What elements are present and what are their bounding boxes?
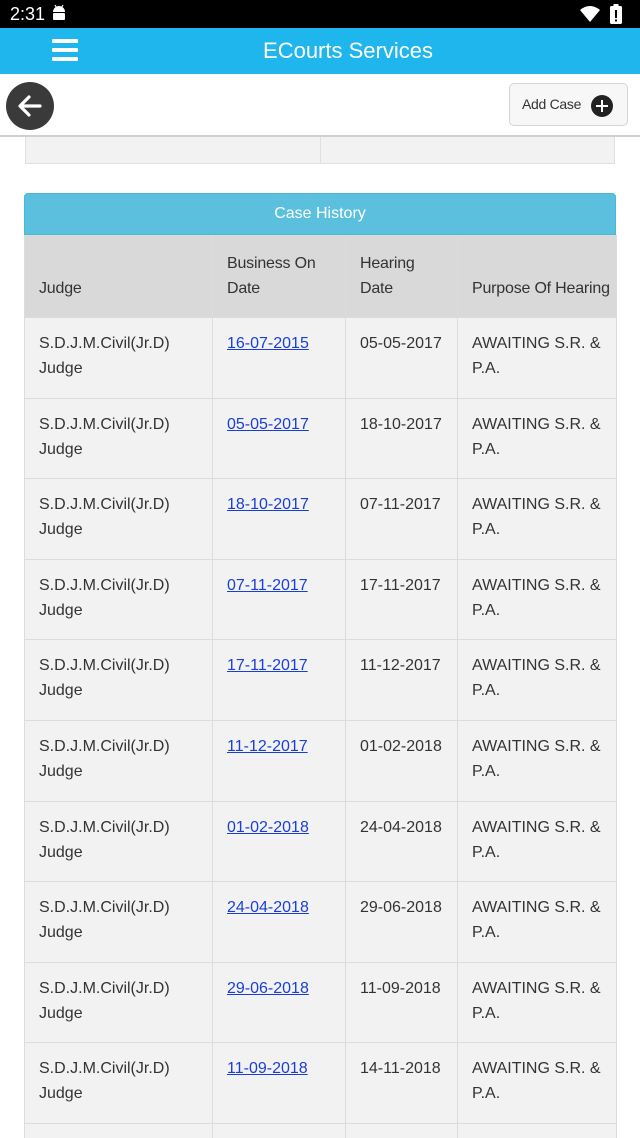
status-time: 2:31	[10, 4, 46, 24]
business-date-cell: 16-07-2015	[212, 317, 346, 399]
purpose-cell: AWAITING S.R. & P.A.	[457, 558, 617, 641]
business-date-link[interactable]: 24-04-2018	[227, 899, 309, 916]
empty-cell	[457, 1122, 617, 1138]
business-date-cell: 17-11-2017	[212, 639, 346, 721]
column-header-purpose-of-hearing: Purpose Of Hearing	[457, 235, 617, 318]
android-icon	[53, 4, 65, 20]
purpose-cell: AWAITING S.R. & P.A.	[457, 478, 617, 560]
judge-cell: S.D.J.M.Civil(Jr.D) Judge	[24, 639, 213, 721]
judge-cell: S.D.J.M.Civil(Jr.D) Judge	[24, 397, 213, 480]
purpose-cell: AWAITING S.R. & P.A.	[457, 800, 617, 883]
business-date-link[interactable]: 29-06-2018	[227, 980, 309, 997]
hearing-date-cell: 07-11-2017	[345, 478, 458, 560]
menu-icon[interactable]	[52, 39, 80, 63]
purpose-cell: AWAITING S.R. & P.A.	[457, 719, 617, 802]
empty-cell	[24, 1122, 213, 1138]
add-case-label: Add Case	[522, 96, 582, 112]
business-date-link[interactable]: 11-12-2017	[227, 738, 308, 755]
business-date-cell: 01-02-2018	[212, 800, 346, 883]
business-date-cell: 11-12-2017	[212, 719, 346, 802]
purpose-cell: AWAITING S.R. & P.A.	[457, 317, 617, 399]
table-row	[24, 1122, 617, 1138]
plus-circle-icon	[591, 95, 613, 117]
case-history-header: Case History	[24, 193, 616, 235]
case-history-table: Judge Business On Date Hearing Date Purp…	[24, 235, 617, 1138]
business-date-cell: 18-10-2017	[212, 478, 346, 560]
table-row: S.D.J.M.Civil(Jr.D) Judge 05-05-2017 18-10…	[24, 397, 617, 480]
table-row: S.D.J.M.Civil(Jr.D) Judge 18-10-2017 07-11…	[24, 478, 617, 560]
toolbar-divider	[0, 135, 640, 137]
table-row: S.D.J.M.Civil(Jr.D) Judge 07-11-2017 17-11…	[24, 558, 617, 641]
back-button[interactable]	[6, 82, 54, 130]
hearing-date-cell: 18-10-2017	[345, 397, 458, 480]
empty-cell	[212, 1122, 346, 1138]
app-title: ECourts Services	[263, 38, 433, 63]
business-date-cell: 07-11-2017	[212, 558, 346, 641]
purpose-cell: AWAITING S.R. & P.A.	[457, 881, 617, 963]
back-arrow-icon	[18, 95, 42, 117]
add-case-button[interactable]: Add Case	[509, 83, 628, 126]
hearing-date-cell: 14-11-2018	[345, 1042, 458, 1124]
business-date-link[interactable]: 11-09-2018	[227, 1060, 308, 1077]
hearing-date-cell: 01-02-2018	[345, 719, 458, 802]
toolbar: Add Case	[0, 74, 640, 136]
business-date-link[interactable]: 01-02-2018	[227, 819, 309, 836]
business-date-cell: 29-06-2018	[212, 961, 346, 1044]
table-row: S.D.J.M.Civil(Jr.D) Judge 01-02-2018 24-04…	[24, 800, 617, 883]
business-date-link[interactable]: 07-11-2017	[227, 577, 308, 594]
purpose-cell: AWAITING S.R. & P.A.	[457, 397, 617, 480]
case-history-body: S.D.J.M.Civil(Jr.D) Judge 16-07-2015 05-05…	[24, 317, 617, 1138]
business-date-cell: 11-09-2018	[212, 1042, 346, 1124]
judge-cell: S.D.J.M.Civil(Jr.D) Judge	[24, 478, 213, 560]
column-header-judge: Judge	[24, 235, 213, 318]
judge-cell: S.D.J.M.Civil(Jr.D) Judge	[24, 881, 213, 963]
business-date-cell: 24-04-2018	[212, 881, 346, 963]
table-row: S.D.J.M.Civil(Jr.D) Judge 24-04-2018 29-06…	[24, 881, 617, 963]
hearing-date-cell: 24-04-2018	[345, 800, 458, 883]
judge-cell: S.D.J.M.Civil(Jr.D) Judge	[24, 558, 213, 641]
column-header-business-on-date: Business On Date	[212, 235, 346, 318]
table-row: S.D.J.M.Civil(Jr.D) Judge 16-07-2015 05-05…	[24, 317, 617, 399]
hearing-date-cell: 11-09-2018	[345, 961, 458, 1044]
judge-cell: S.D.J.M.Civil(Jr.D) Judge	[24, 719, 213, 802]
purpose-cell: AWAITING S.R. & P.A.	[457, 639, 617, 721]
judge-cell: S.D.J.M.Civil(Jr.D) Judge	[24, 1042, 213, 1124]
judge-cell: S.D.J.M.Civil(Jr.D) Judge	[24, 800, 213, 883]
column-header-hearing-date: Hearing Date	[345, 235, 458, 318]
business-date-link[interactable]: 18-10-2017	[227, 496, 309, 513]
table-row: S.D.J.M.Civil(Jr.D) Judge 17-11-2017 11-12…	[24, 639, 617, 721]
battery-icon	[610, 4, 622, 24]
hearing-date-cell: 11-12-2017	[345, 639, 458, 721]
judge-cell: S.D.J.M.Civil(Jr.D) Judge	[24, 317, 213, 399]
purpose-cell: AWAITING S.R. & P.A.	[457, 961, 617, 1044]
table-header-row: Judge Business On Date Hearing Date Purp…	[24, 235, 617, 318]
app-bar: ECourts Services	[0, 28, 640, 74]
wifi-icon	[580, 6, 600, 22]
status-bar: 2:31	[0, 0, 640, 28]
business-date-link[interactable]: 17-11-2017	[227, 657, 308, 674]
purpose-cell: AWAITING S.R. & P.A.	[457, 1042, 617, 1124]
table-row: S.D.J.M.Civil(Jr.D) Judge 29-06-2018 11-09…	[24, 961, 617, 1044]
empty-cell	[345, 1122, 458, 1138]
table-row: S.D.J.M.Civil(Jr.D) Judge 11-09-2018 14-11…	[24, 1042, 617, 1124]
business-date-link[interactable]: 16-07-2015	[227, 335, 309, 352]
business-date-link[interactable]: 05-05-2017	[227, 416, 309, 433]
business-date-cell: 05-05-2017	[212, 397, 346, 480]
hearing-date-cell: 29-06-2018	[345, 881, 458, 963]
hearing-date-cell: 05-05-2017	[345, 317, 458, 399]
hearing-date-cell: 17-11-2017	[345, 558, 458, 641]
judge-cell: S.D.J.M.Civil(Jr.D) Judge	[24, 961, 213, 1044]
table-row: S.D.J.M.Civil(Jr.D) Judge 11-12-2017 01-02…	[24, 719, 617, 802]
